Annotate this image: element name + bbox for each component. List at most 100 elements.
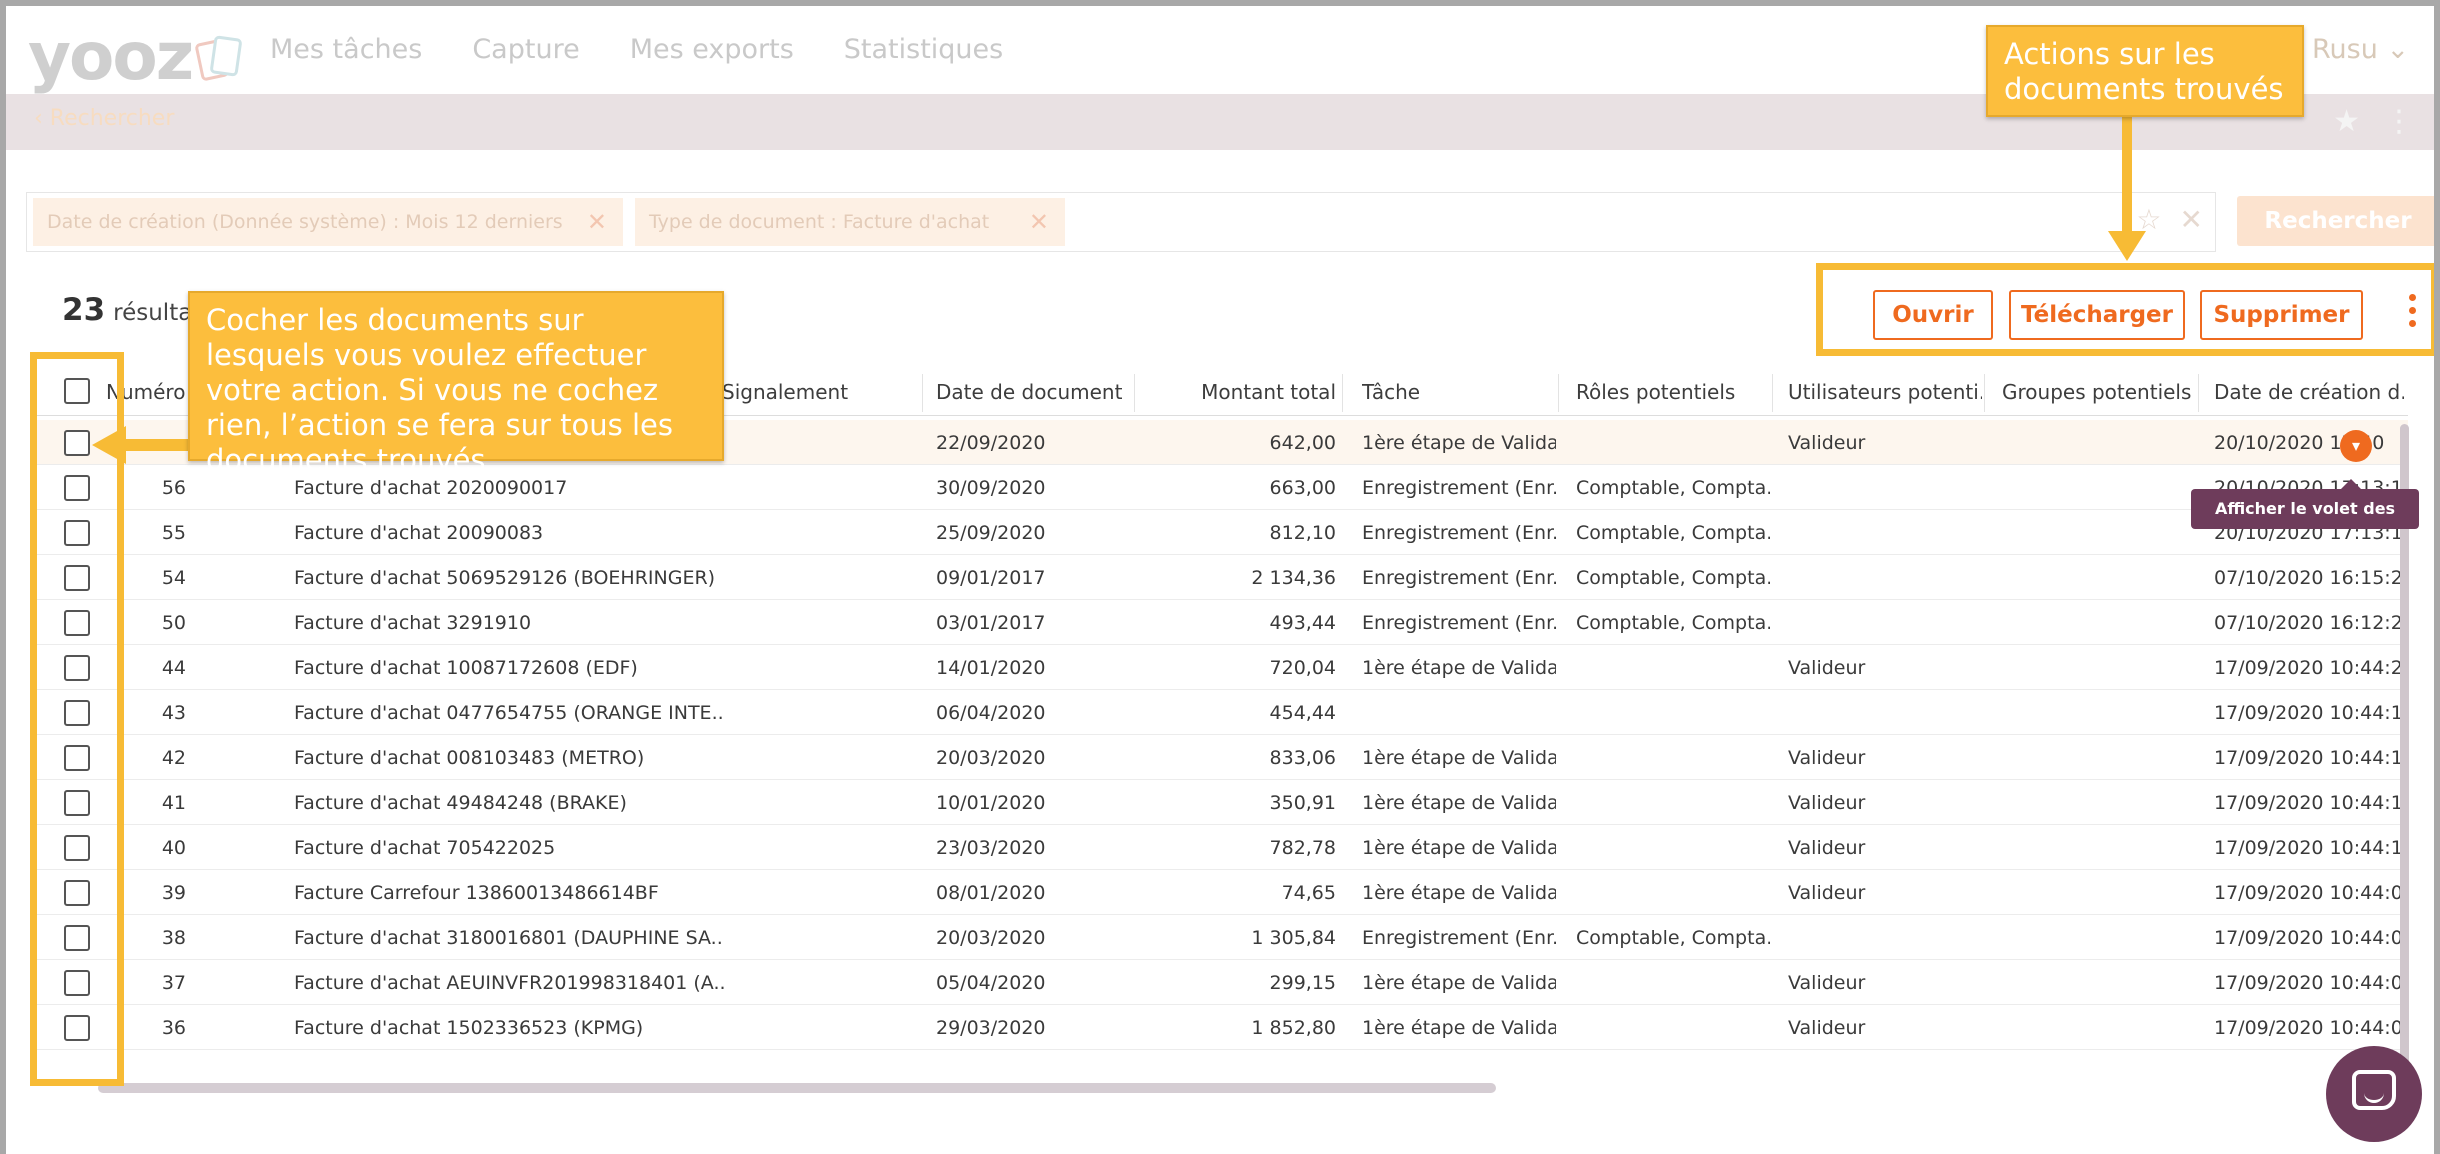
more-vertical-icon[interactable]: ⋮ [2384, 104, 2414, 139]
cell-total-amount: 454,44 [1269, 702, 1336, 724]
cell-document-date: 20/03/2020 [936, 927, 1046, 949]
cell-document-name: Facture d'achat 3180016801 (DAUPHINE SA.… [294, 927, 724, 949]
nav-statistics[interactable]: Statistiques [844, 34, 1003, 65]
nav-capture[interactable]: Capture [472, 34, 579, 65]
table-row[interactable]: 50 Facture d'achat 3291910 03/01/2017 493,4… [36, 600, 2408, 645]
col-potential-groups[interactable]: Groupes potentiels [2002, 380, 2192, 404]
details-tooltip: Afficher le volet des détails [2191, 479, 2419, 558]
col-task[interactable]: Tâche [1362, 380, 1552, 404]
clear-icon[interactable]: ✕ [2180, 203, 2203, 236]
table-row[interactable]: 37 Facture d'achat AEUINVFR201998318401 (… [36, 960, 2408, 1005]
cell-document-date: 30/09/2020 [936, 477, 1046, 499]
results-number: 23 [62, 292, 106, 328]
cell-total-amount: 2 134,36 [1251, 567, 1336, 589]
cell-creation-date: 17/09/2020 10:44:09 [2214, 882, 2402, 904]
chat-launcher-button[interactable] [2326, 1046, 2422, 1142]
cell-creation-date: 07/10/2020 16:12:29 [2214, 612, 2402, 634]
user-menu[interactable]: Rusu ⌄ [2312, 34, 2409, 65]
open-button[interactable]: Ouvrir [1873, 290, 1993, 340]
cell-document-name: Facture d'achat 2020090017 [294, 477, 568, 499]
main-nav: Mes tâches Capture Mes exports Statistiq… [270, 34, 1003, 65]
cell-total-amount: 812,10 [1269, 522, 1336, 544]
col-potential-users[interactable]: Utilisateurs potenti... [1788, 380, 1982, 404]
table-row[interactable]: 55 Facture d'achat 20090083 25/09/2020 812,… [36, 510, 2408, 555]
cell-task: Enregistrement (Enr... [1362, 612, 1556, 634]
table-row[interactable]: 42 Facture d'achat 008103483 (METRO) 20/03… [36, 735, 2408, 780]
cell-creation-date: 17/09/2020 10:44:05 [2214, 972, 2402, 994]
yooz-logo[interactable]: yooz [28, 18, 244, 95]
cell-total-amount: 1 305,84 [1251, 927, 1336, 949]
cell-creation-date: 17/09/2020 10:44:08 [2214, 927, 2402, 949]
filter-chip-label: Date de création (Donnée système) : Mois… [47, 211, 563, 233]
cell-number: 55 [161, 522, 186, 544]
table-row[interactable]: 38 Facture d'achat 3180016801 (DAUPHINE S… [36, 915, 2408, 960]
col-flag[interactable]: Signalement [722, 380, 942, 404]
cell-task: 1ère étape de Valida... [1362, 747, 1556, 769]
chevron-down-icon: ⌄ [2386, 34, 2410, 65]
chevron-down-icon: ▾ [2351, 436, 2361, 455]
search-button[interactable]: Rechercher [2237, 196, 2434, 246]
cell-task: 1ère étape de Valida... [1362, 792, 1556, 814]
table-row[interactable]: 40 Facture d'achat 705422025 23/03/2020 782… [36, 825, 2408, 870]
cell-potential-users: Valideur [1788, 792, 1866, 814]
actions-highlight: Ouvrir Télécharger Supprimer [1816, 263, 2434, 356]
callout-arrow-head [2108, 231, 2146, 261]
cell-document-date: 25/09/2020 [936, 522, 1046, 544]
col-total-amount[interactable]: Montant total [1144, 380, 1336, 404]
nav-exports[interactable]: Mes exports [630, 34, 794, 65]
table-row[interactable]: 36 Facture d'achat 1502336523 (KPMG) 29/03… [36, 1005, 2408, 1050]
table-row[interactable]: 54 Facture d'achat 5069529126 (BOEHRINGER… [36, 555, 2408, 600]
cell-potential-users: Valideur [1788, 972, 1866, 994]
cell-potential-roles: Comptable, Compta... [1576, 522, 1770, 544]
callout-actions: Actions sur les documents trouvés [1986, 25, 2304, 117]
cell-document-name: Facture d'achat 3291910 [294, 612, 532, 634]
back-link[interactable]: ‹ Rechercher [34, 106, 174, 131]
logo-cards-icon [194, 34, 244, 81]
cell-document-date: 20/03/2020 [936, 747, 1046, 769]
table-row[interactable]: 39 Facture Carrefour 13860013486614BF 08/0… [36, 870, 2408, 915]
horizontal-scrollbar[interactable] [98, 1083, 1496, 1093]
cell-creation-date: 20/10/2020 17:40 [2214, 432, 2385, 454]
callout-checkbox: Cocher les documents sur lesquels vous v… [188, 291, 724, 477]
cell-task: Enregistrement (Enr... [1362, 567, 1556, 589]
cell-document-name: Facture d'achat 008103483 (METRO) [294, 747, 645, 769]
cell-total-amount: 74,65 [1281, 882, 1336, 904]
filter-chip-label: Type de document : Facture d'achat [649, 211, 990, 233]
cell-document-name: Facture d'achat 0477654755 (ORANGE INTE.… [294, 702, 724, 724]
cell-task: 1ère étape de Valida... [1362, 657, 1556, 679]
cell-number: 42 [161, 747, 186, 769]
star-icon[interactable]: ★ [2333, 104, 2360, 139]
cell-document-name: Facture d'achat 20090083 [294, 522, 544, 544]
more-actions-icon[interactable] [2409, 294, 2417, 327]
filter-chip-type[interactable]: Type de document : Facture d'achat ✕ [635, 198, 1065, 246]
cell-creation-date: 17/09/2020 10:44:11 [2214, 792, 2402, 814]
close-icon[interactable]: ✕ [1029, 208, 1049, 236]
cell-creation-date: 17/09/2020 10:44:12 [2214, 747, 2402, 769]
nav-my-tasks[interactable]: Mes tâches [270, 34, 422, 65]
cell-number: 37 [161, 972, 186, 994]
cell-potential-users: Valideur [1788, 657, 1866, 679]
cell-document-date: 10/01/2020 [936, 792, 1046, 814]
close-icon[interactable]: ✕ [587, 208, 607, 236]
cell-document-date: 14/01/2020 [936, 657, 1046, 679]
cell-total-amount: 720,04 [1269, 657, 1336, 679]
cell-task: 1ère étape de Valida... [1362, 837, 1556, 859]
delete-button[interactable]: Supprimer [2200, 290, 2363, 340]
col-document-date[interactable]: Date de document [936, 380, 1146, 404]
details-toggle-button[interactable]: ▾ [2340, 430, 2372, 462]
cell-document-name: Facture Carrefour 13860013486614BF [294, 882, 659, 904]
user-name: Rusu [2312, 34, 2378, 65]
cell-total-amount: 350,91 [1269, 792, 1336, 814]
cell-potential-users: Valideur [1788, 837, 1866, 859]
col-potential-roles[interactable]: Rôles potentiels [1576, 380, 1766, 404]
cell-total-amount: 299,15 [1269, 972, 1336, 994]
table-row[interactable]: 41 Facture d'achat 49484248 (BRAKE) 10/01/… [36, 780, 2408, 825]
col-creation-date[interactable]: Date de création d... [2214, 380, 2404, 404]
cell-potential-roles: Comptable, Compta... [1576, 477, 1770, 499]
table-row[interactable]: 44 Facture d'achat 10087172608 (EDF) 14/01… [36, 645, 2408, 690]
cell-total-amount: 663,00 [1269, 477, 1336, 499]
table-row[interactable]: 43 Facture d'achat 0477654755 (ORANGE INT… [36, 690, 2408, 735]
filter-chip-date[interactable]: Date de création (Donnée système) : Mois… [33, 198, 623, 246]
cell-total-amount: 782,78 [1269, 837, 1336, 859]
download-button[interactable]: Télécharger [2009, 290, 2185, 340]
